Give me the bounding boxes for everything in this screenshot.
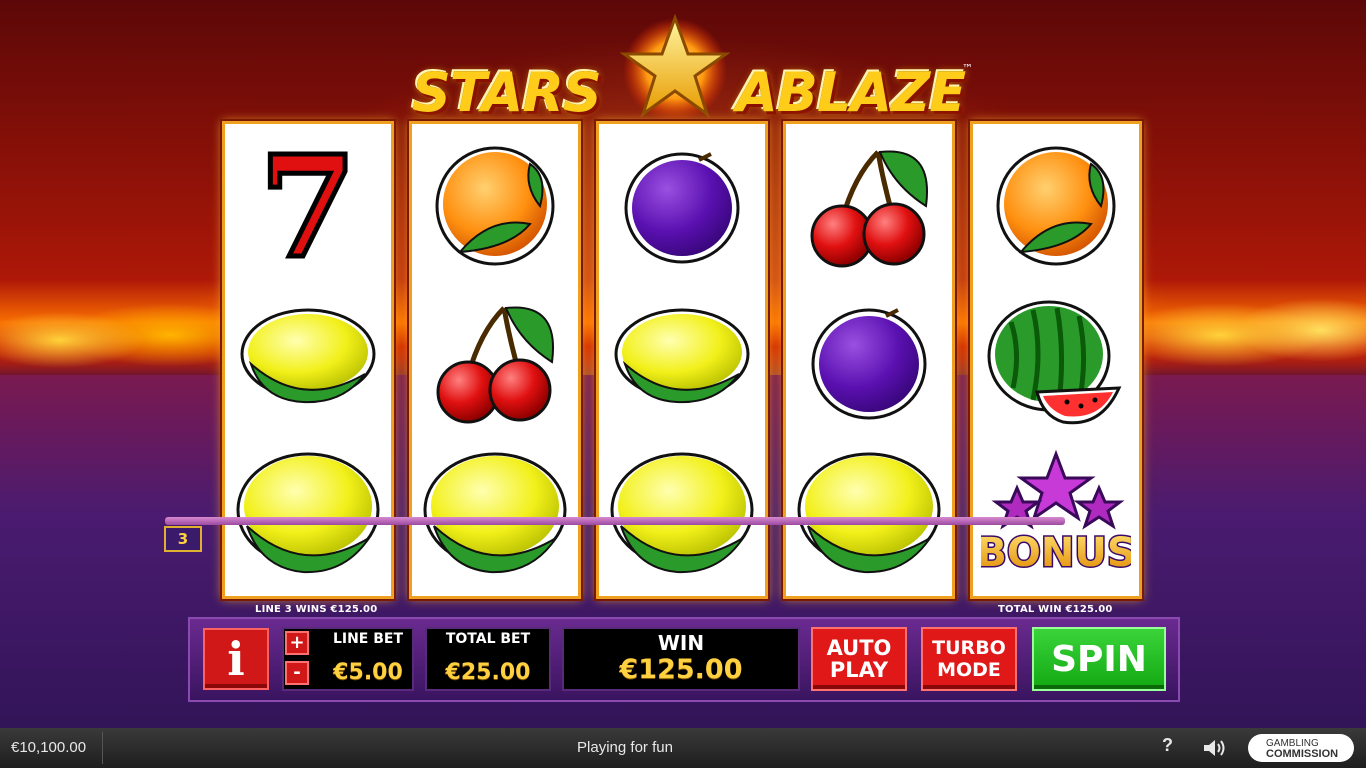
play-mode-text: Playing for fun <box>577 739 673 756</box>
orange-icon <box>412 128 578 284</box>
turbo-mode-button[interactable]: TURBO MODE <box>921 627 1017 691</box>
total-bet-label: TOTAL BET <box>445 631 531 647</box>
turbo-mode-label-2: MODE <box>937 659 1001 681</box>
total-win-message: TOTAL WIN €125.00 <box>998 604 1113 615</box>
lemon-icon <box>225 284 391 440</box>
reel-area: 7 BONUS <box>218 121 1148 601</box>
turbo-mode-label-1: TURBO <box>932 637 1006 659</box>
cherries-icon <box>786 128 952 284</box>
total-bet-value: €25.00 <box>445 660 531 685</box>
win-label: WIN <box>657 631 705 655</box>
reel-4 <box>783 121 955 599</box>
gc-label-2: COMMISSION <box>1266 748 1339 760</box>
line-bet-value: €5.00 <box>333 660 403 685</box>
auto-play-button[interactable]: AUTO PLAY <box>811 627 907 691</box>
winning-payline <box>165 517 1065 525</box>
game-logo: STARS ABLAZE ™ <box>412 14 973 124</box>
spin-button[interactable]: SPIN <box>1032 627 1166 691</box>
seven-icon: 7 <box>225 128 391 284</box>
star-icon <box>620 14 730 122</box>
auto-play-label-2: PLAY <box>829 658 889 682</box>
status-bar: €10,100.00 Playing for fun ? GAMBLING CO… <box>0 728 1366 768</box>
trademark: ™ <box>962 62 973 75</box>
gambling-commission-logo[interactable]: GAMBLING COMMISSION <box>1248 734 1354 762</box>
svg-text:7: 7 <box>259 136 356 276</box>
help-button[interactable]: ? <box>1162 735 1173 756</box>
svg-text:BONUS: BONUS <box>981 530 1131 576</box>
reel-3 <box>596 121 768 599</box>
watermelon-icon <box>973 284 1139 440</box>
plum-icon <box>599 128 765 284</box>
payline-number-tag[interactable]: 3 <box>164 526 202 552</box>
line-bet-label: LINE BET <box>332 631 404 647</box>
logo-text-ablaze: ABLAZE <box>736 61 966 124</box>
line-bet-decrease-button[interactable]: - <box>285 661 309 685</box>
logo-text-stars: STARS <box>412 61 602 124</box>
sound-icon[interactable] <box>1202 737 1228 759</box>
line-win-message: LINE 3 WINS €125.00 <box>255 604 378 615</box>
reel-2 <box>409 121 581 599</box>
cherries-icon <box>412 284 578 440</box>
lemon-icon <box>599 284 765 440</box>
reel-1: 7 <box>222 121 394 599</box>
orange-icon <box>973 128 1139 284</box>
win-value: €125.00 <box>619 654 743 685</box>
total-bet-display: TOTAL BET €25.00 <box>425 627 551 691</box>
reel-5: BONUS <box>970 121 1142 599</box>
plum-icon <box>786 284 952 440</box>
win-display: WIN €125.00 <box>562 627 800 691</box>
info-button[interactable]: i <box>203 628 269 690</box>
line-bet-increase-button[interactable]: + <box>285 631 309 655</box>
auto-play-label-1: AUTO <box>826 636 892 660</box>
